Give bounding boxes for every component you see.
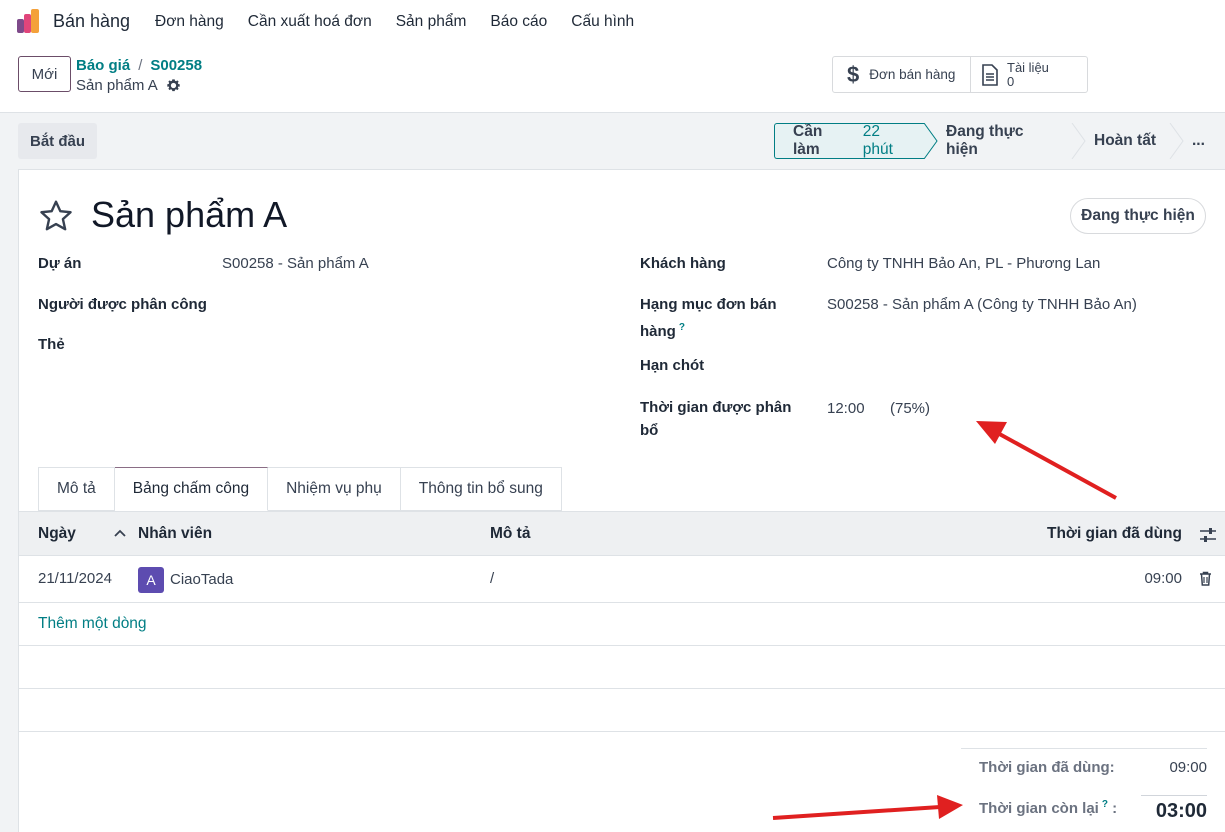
- form-sheet: Sản phẩm A Đang thực hiện Dự án S00258 -…: [18, 169, 1225, 832]
- main-menu: Đơn hàng Cần xuất hoá đơn Sản phẩm Báo c…: [155, 13, 634, 31]
- add-line-link[interactable]: Thêm một dòng: [38, 615, 147, 633]
- customer-value[interactable]: Công ty TNHH Bảo An, PL - Phương Lan: [827, 252, 1100, 275]
- col-date[interactable]: Ngày: [38, 525, 76, 543]
- breadcrumb-order[interactable]: S00258: [150, 57, 202, 74]
- notebook-tabs: Mô tả Bảng chấm công Nhiệm vụ phụ Thông …: [38, 467, 562, 511]
- task-title[interactable]: Sản phẩm A: [91, 194, 287, 236]
- documents-button[interactable]: Tài liệu 0: [971, 57, 1049, 92]
- trash-icon[interactable]: [1199, 571, 1212, 586]
- timesheet-table: Ngày Nhân viên Mô tả Thời gian đã dùng 2…: [19, 511, 1225, 732]
- project-value[interactable]: S00258 - Sản phẩm A: [222, 252, 369, 275]
- current-record-name: Sản phẩm A: [76, 77, 158, 94]
- app-logo-icon[interactable]: [17, 9, 43, 33]
- tab-timesheets[interactable]: Bảng chấm công: [114, 467, 269, 511]
- menu-to-invoice[interactable]: Cần xuất hoá đơn: [248, 13, 372, 31]
- col-employee[interactable]: Nhân viên: [138, 525, 212, 543]
- remaining-time-label: Thời gian còn lại? :: [979, 799, 1118, 817]
- tab-description[interactable]: Mô tả: [38, 467, 115, 511]
- add-line-row: Thêm một dòng: [19, 603, 1225, 646]
- assignees-label: Người được phân công: [38, 296, 207, 313]
- star-icon[interactable]: [38, 198, 74, 234]
- stage-bar: Cần làm 22 phút Đang thực hiện Hoàn tất …: [774, 123, 1224, 159]
- dollar-icon: $: [847, 61, 860, 87]
- avatar: A: [138, 567, 164, 593]
- top-navbar: Bán hàng Đơn hàng Cần xuất hoá đơn Sản p…: [0, 0, 1225, 44]
- app-name[interactable]: Bán hàng: [53, 11, 130, 32]
- row-time-spent[interactable]: 09:00: [1144, 570, 1182, 587]
- menu-products[interactable]: Sản phẩm: [396, 13, 467, 31]
- breadcrumb-quotations[interactable]: Báo giá: [76, 57, 130, 74]
- tab-subtasks[interactable]: Nhiệm vụ phụ: [268, 467, 401, 511]
- column-settings-icon[interactable]: [1199, 527, 1217, 543]
- col-time-spent[interactable]: Thời gian đã dùng: [1047, 525, 1182, 543]
- total-spent: Thời gian đã dùng: 09:00: [961, 749, 1207, 789]
- sort-ascending-icon[interactable]: [114, 528, 126, 538]
- stage-chevrons: [923, 123, 1184, 159]
- state-button[interactable]: Đang thực hiện: [1070, 198, 1206, 234]
- deadline-label: Hạn chót: [640, 357, 705, 374]
- breadcrumb-current: Sản phẩm A: [76, 77, 181, 94]
- sales-order-item-value[interactable]: S00258 - Sản phẩm A (Công ty TNHH Bảo An…: [827, 293, 1137, 316]
- menu-orders[interactable]: Đơn hàng: [155, 13, 224, 31]
- breadcrumb: Báo giá / S00258: [76, 57, 203, 74]
- tags-label: Thẻ: [38, 336, 65, 353]
- remaining-time-value: 03:00: [1141, 795, 1207, 823]
- total-spent-value: 09:00: [1169, 759, 1207, 776]
- table-row[interactable]: 21/11/2024 A CiaoTada / 09:00: [19, 556, 1225, 603]
- empty-row: [19, 646, 1225, 689]
- allocated-time-percent: (75%): [890, 400, 931, 417]
- sales-order-button[interactable]: $ Đơn bán hàng: [833, 57, 971, 92]
- row-description[interactable]: /: [490, 570, 494, 587]
- menu-reporting[interactable]: Báo cáo: [490, 13, 547, 31]
- tab-extra-info[interactable]: Thông tin bổ sung: [400, 467, 562, 511]
- row-date[interactable]: 21/11/2024: [38, 570, 112, 587]
- control-panel: Mới Báo giá / S00258 Sản phẩm A $ Đơn bán …: [0, 44, 1225, 113]
- start-button[interactable]: Bắt đầu: [18, 123, 97, 159]
- sales-order-label: Đơn bán hàng: [869, 67, 956, 82]
- allocated-time-label: Thời gian được phân bổ: [640, 399, 792, 439]
- timesheet-totals: Thời gian đã dùng: 09:00 Thời gian còn l…: [961, 748, 1207, 829]
- customer-label: Khách hàng: [640, 255, 726, 272]
- sales-order-item-label: Hạng mục đơn bán hàng?: [640, 296, 777, 340]
- total-spent-label: Thời gian đã dùng:: [979, 759, 1115, 776]
- smart-buttons: $ Đơn bán hàng Tài liệu 0: [832, 56, 1088, 93]
- table-header: Ngày Nhân viên Mô tả Thời gian đã dùng: [19, 511, 1225, 556]
- remaining-time-help-icon[interactable]: ?: [1102, 799, 1108, 810]
- gear-icon[interactable]: [166, 78, 181, 93]
- remaining-time: Thời gian còn lại? : 03:00: [961, 789, 1207, 829]
- menu-configuration[interactable]: Cấu hình: [571, 13, 634, 31]
- allocated-time-value[interactable]: 12:00: [827, 397, 865, 420]
- sales-order-item-help-icon[interactable]: ?: [679, 322, 685, 333]
- documents-label: Tài liệu: [1007, 59, 1049, 75]
- project-label: Dự án: [38, 255, 82, 272]
- row-employee[interactable]: A CiaoTada: [138, 567, 233, 593]
- document-icon: [982, 63, 998, 86]
- new-button[interactable]: Mới: [18, 56, 71, 92]
- col-description[interactable]: Mô tả: [490, 525, 530, 543]
- documents-count: 0: [1007, 73, 1015, 89]
- empty-row: [19, 689, 1225, 732]
